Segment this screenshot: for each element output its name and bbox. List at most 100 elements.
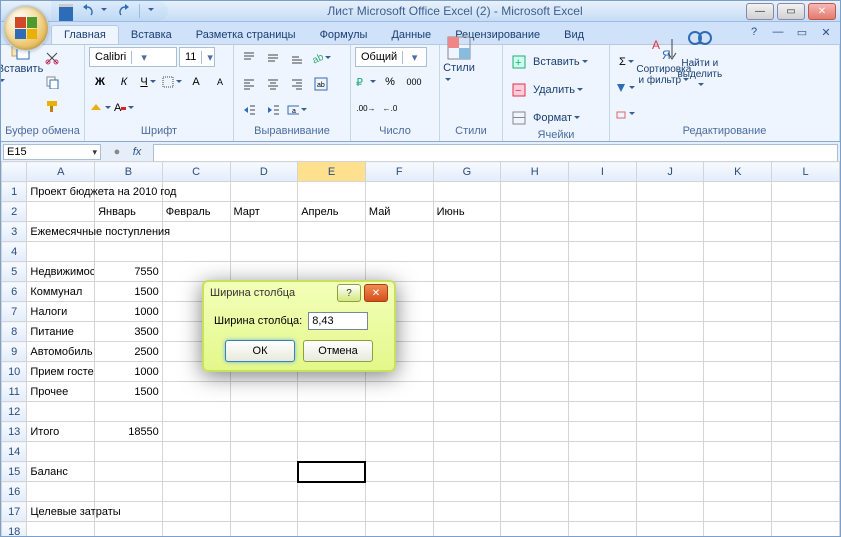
cell[interactable]: 1500 (95, 382, 163, 402)
cell[interactable]: 2500 (95, 342, 163, 362)
cell[interactable] (636, 262, 704, 282)
cell[interactable] (230, 442, 298, 462)
cell[interactable] (365, 442, 433, 462)
cell[interactable] (298, 182, 366, 202)
merge-center-button[interactable]: a (286, 99, 308, 121)
column-header[interactable]: H (501, 162, 569, 182)
cell[interactable]: Баланс (27, 462, 95, 482)
cell[interactable] (433, 262, 501, 282)
decrease-indent-icon[interactable] (238, 99, 260, 121)
cell[interactable] (95, 462, 163, 482)
dialog-cancel-button[interactable]: Отмена (303, 340, 373, 362)
cell[interactable] (501, 522, 569, 537)
column-header[interactable]: B (95, 162, 163, 182)
cell[interactable] (298, 222, 366, 242)
cell[interactable] (569, 502, 637, 522)
cell[interactable] (569, 382, 637, 402)
cell[interactable]: 18550 (95, 422, 163, 442)
formula-input[interactable] (153, 144, 838, 162)
cell[interactable] (772, 462, 840, 482)
cell[interactable] (569, 462, 637, 482)
cell[interactable] (704, 502, 772, 522)
currency-button[interactable]: ₽ (355, 71, 377, 93)
row-header[interactable]: 6 (2, 282, 27, 302)
row-header[interactable]: 3 (2, 222, 27, 242)
cell[interactable] (162, 222, 230, 242)
cell[interactable]: Недвижимость (27, 262, 95, 282)
cell[interactable] (704, 522, 772, 537)
bold-button[interactable]: Ж (89, 71, 111, 93)
font-color-button[interactable]: A (113, 97, 135, 119)
cell[interactable] (636, 302, 704, 322)
cell[interactable] (704, 182, 772, 202)
tab-формулы[interactable]: Формулы (308, 26, 380, 44)
minimize-button[interactable]: — (746, 3, 774, 20)
cell[interactable] (501, 342, 569, 362)
cell[interactable] (772, 282, 840, 302)
cell[interactable] (704, 362, 772, 382)
align-right-icon[interactable] (286, 73, 308, 95)
tab-данные[interactable]: Данные (379, 26, 443, 44)
cell[interactable] (365, 382, 433, 402)
row-header[interactable]: 1 (2, 182, 27, 202)
cell[interactable] (433, 322, 501, 342)
cell[interactable]: 3500 (95, 322, 163, 342)
cell[interactable] (569, 522, 637, 537)
cell[interactable] (569, 242, 637, 262)
cell[interactable] (636, 242, 704, 262)
cell[interactable] (569, 442, 637, 462)
name-box[interactable]: E15 ▾ (3, 144, 101, 160)
cell[interactable] (704, 282, 772, 302)
cell[interactable] (704, 302, 772, 322)
cell[interactable] (365, 502, 433, 522)
cell[interactable] (704, 342, 772, 362)
fill-button[interactable] (614, 77, 636, 99)
cell[interactable] (27, 202, 95, 222)
cut-icon[interactable] (41, 47, 63, 69)
cell[interactable] (365, 482, 433, 502)
cell[interactable] (772, 382, 840, 402)
cell[interactable] (501, 302, 569, 322)
insert-function-icon[interactable]: fx (129, 144, 145, 160)
cell[interactable] (636, 342, 704, 362)
cell[interactable] (501, 402, 569, 422)
cell[interactable] (501, 182, 569, 202)
align-bottom-icon[interactable] (286, 47, 308, 69)
row-header[interactable]: 15 (2, 462, 27, 482)
cell[interactable] (95, 522, 163, 537)
dialog-help-icon[interactable]: ? (337, 284, 361, 302)
cell[interactable]: Налоги (27, 302, 95, 322)
cell[interactable] (569, 222, 637, 242)
format-painter-icon[interactable] (41, 95, 63, 117)
align-center-icon[interactable] (262, 73, 284, 95)
cell[interactable] (27, 522, 95, 537)
cell[interactable] (162, 462, 230, 482)
cell[interactable] (772, 302, 840, 322)
cell[interactable] (365, 402, 433, 422)
cell[interactable] (433, 282, 501, 302)
cell[interactable] (704, 242, 772, 262)
save-icon[interactable] (59, 4, 73, 18)
grow-font-icon[interactable]: A (185, 71, 207, 93)
office-button[interactable] (3, 5, 49, 51)
row-header[interactable]: 17 (2, 502, 27, 522)
column-header[interactable]: D (230, 162, 298, 182)
cell[interactable] (569, 202, 637, 222)
cell[interactable] (636, 442, 704, 462)
row-header[interactable]: 10 (2, 362, 27, 382)
cell[interactable] (365, 222, 433, 242)
cell[interactable] (365, 522, 433, 537)
cell[interactable] (569, 262, 637, 282)
cell[interactable] (772, 262, 840, 282)
cell[interactable] (365, 422, 433, 442)
align-top-icon[interactable] (238, 47, 260, 69)
paste-button[interactable]: Вставить (5, 47, 35, 73)
cell[interactable]: Коммунал (27, 282, 95, 302)
format-cells-button[interactable] (507, 107, 531, 129)
column-header[interactable]: K (704, 162, 772, 182)
cell[interactable] (230, 462, 298, 482)
autosum-button[interactable]: Σ (614, 51, 639, 73)
align-middle-icon[interactable] (262, 47, 284, 69)
cell[interactable] (636, 202, 704, 222)
cell[interactable] (501, 282, 569, 302)
